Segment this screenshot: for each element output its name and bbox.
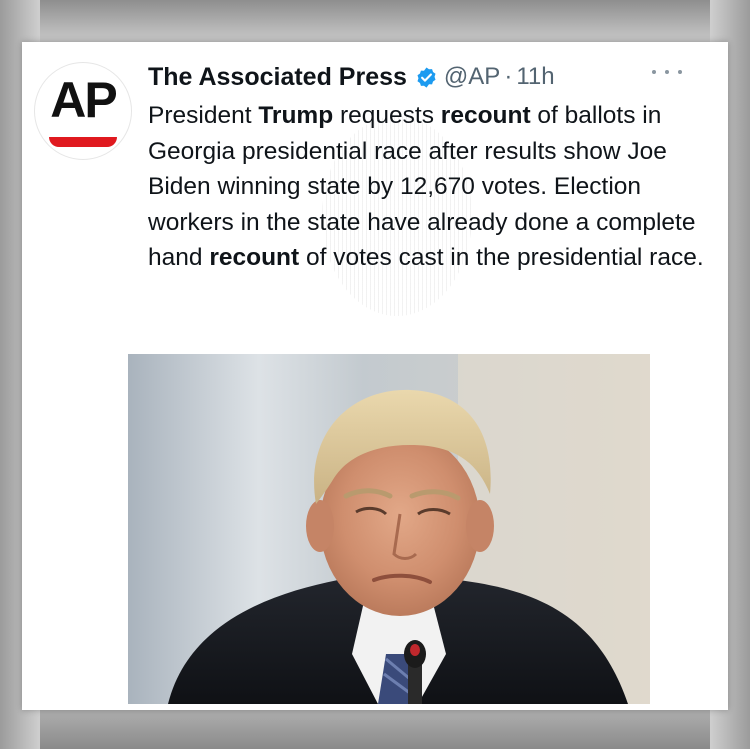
tweet-timestamp[interactable]: 11h <box>516 63 554 91</box>
avatar-red-bar <box>49 137 117 147</box>
tweet-text-bold: Trump <box>258 102 334 129</box>
more-dot <box>652 70 656 74</box>
verified-badge-icon <box>417 66 436 88</box>
tweet-text: President Trump requests recount of ball… <box>148 98 708 276</box>
author-handle[interactable]: @AP <box>444 63 500 91</box>
photo-illustration <box>128 354 650 704</box>
separator-dot: · <box>504 63 513 90</box>
tweet-text-segment: requests <box>333 102 441 129</box>
tweet-text-segment: President <box>148 102 259 129</box>
avatar[interactable]: AP <box>34 62 132 160</box>
tweet-header: The Associated Press @AP · 11h <box>148 60 555 94</box>
tweet-photo[interactable] <box>128 354 650 704</box>
avatar-logo-text: AP <box>50 72 117 128</box>
tweet-text-bold: recount <box>209 244 300 271</box>
more-dot <box>678 70 682 74</box>
tweet-card[interactable]: AP The Associated Press @AP · 11h Presid… <box>22 42 728 710</box>
tweet-text-bold: recount <box>440 102 531 129</box>
more-options-icon[interactable] <box>652 62 682 82</box>
author-name[interactable]: The Associated Press <box>148 63 407 92</box>
tweet-text-segment: of votes cast in the presidential race. <box>299 244 704 271</box>
more-dot <box>665 70 669 74</box>
